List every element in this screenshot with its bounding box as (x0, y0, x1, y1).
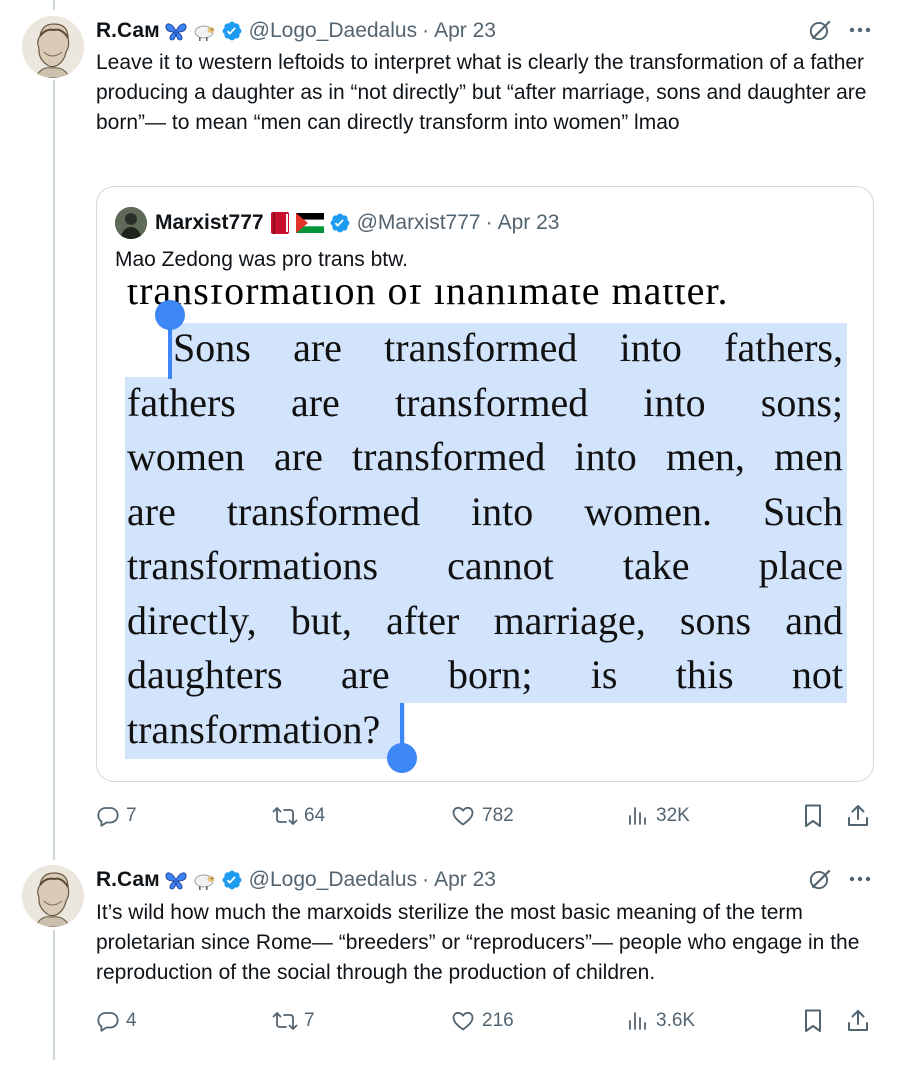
butterfly-icon (164, 869, 188, 891)
quote-text: Mao Zedong was pro trans btw. (115, 248, 408, 271)
sheep-icon (192, 869, 216, 891)
like-count: 216 (482, 1010, 514, 1031)
avatar[interactable] (22, 16, 84, 78)
tweet-actions: 4 7 216 3.6K (96, 1006, 876, 1036)
share-button[interactable] (846, 1006, 876, 1036)
page-line: fathers are transformed into sons; (127, 379, 843, 425)
selection-start-knob (155, 300, 185, 330)
verified-badge-icon (221, 869, 243, 891)
quote-tweet[interactable]: Marxist777 @Marxist777 · Apr 23 Mao Zedo… (96, 186, 874, 782)
reply-count: 7 (126, 805, 137, 826)
quote-timestamp[interactable]: Apr 23 (498, 211, 560, 235)
like-count: 782 (482, 805, 514, 826)
separator: · (422, 19, 430, 42)
grok-icon[interactable] (806, 865, 834, 893)
reply-button[interactable]: 4 (96, 1006, 137, 1036)
share-icon (848, 1010, 868, 1031)
page-line: women are transformed into men, men (127, 434, 843, 479)
page-line: are transformed into women. Such (127, 488, 843, 534)
repost-count: 64 (304, 805, 326, 826)
repost-button[interactable]: 7 (272, 1006, 315, 1036)
like-icon (452, 806, 474, 826)
bookmark-icon (805, 804, 821, 827)
butterfly-icon (164, 20, 188, 42)
reply-icon (97, 807, 119, 827)
tweet-actions: 7 64 782 32K (96, 801, 876, 831)
avatar[interactable] (22, 865, 84, 927)
book-page-text: Sons are transformed into fathers, fathe… (127, 321, 843, 757)
reply-button[interactable]: 7 (96, 801, 137, 831)
repost-icon (272, 807, 298, 825)
separator: · (485, 211, 493, 234)
red-book-icon (268, 210, 292, 236)
grok-icon[interactable] (806, 16, 834, 44)
share-icon (848, 805, 868, 826)
handle[interactable]: @Logo_Daedalus (249, 19, 417, 43)
tweet[interactable]: R.Сам @Logo_Daedalus · Apr 23 It’s wild … (0, 865, 900, 1055)
views-icon (629, 807, 646, 825)
reply-icon (97, 1012, 119, 1032)
views-icon (629, 1012, 646, 1030)
bookmark-button[interactable] (802, 801, 830, 831)
image-cut-line: transformation of inanimate matter. (127, 285, 729, 313)
thread-line-top (53, 0, 55, 10)
more-icon[interactable] (846, 865, 874, 893)
tweet-text: Leave it to western leftoids to interpre… (96, 51, 867, 134)
quote-handle[interactable]: @Marxist777 (357, 211, 481, 235)
quote-avatar[interactable] (115, 207, 147, 239)
page-line: daughters are born; is this not (127, 652, 843, 697)
quote-image[interactable]: transformation of inanimate matter. Sons… (97, 285, 873, 781)
more-icon[interactable] (846, 16, 874, 44)
like-icon (452, 1011, 474, 1031)
separator: · (422, 868, 430, 891)
page-line: Sons are transformed into fathers, (173, 325, 843, 370)
share-button[interactable] (846, 801, 876, 831)
bookmark-icon (805, 1009, 821, 1032)
like-button[interactable]: 216 (450, 1006, 514, 1036)
display-name[interactable]: R.Сам (96, 868, 160, 892)
quote-header: Marxist777 @Marxist777 · Apr 23 (115, 207, 559, 239)
verified-badge-icon (221, 20, 243, 42)
palestine-flag-icon (295, 213, 324, 233)
views-button[interactable]: 3.6K (626, 1006, 695, 1036)
views-button[interactable]: 32K (626, 801, 690, 831)
sheep-icon (192, 20, 216, 42)
page-line: directly, but, after marriage, sons and (127, 597, 843, 643)
verified-badge-icon (329, 212, 351, 234)
timestamp[interactable]: Apr 23 (434, 19, 496, 43)
repost-button[interactable]: 64 (272, 801, 325, 831)
views-count: 3.6K (656, 1010, 696, 1031)
repost-count: 7 (304, 1010, 315, 1031)
quote-display-name[interactable]: Marxist777 (155, 211, 264, 235)
page-line: transformations cannot take place (127, 543, 843, 588)
tweet-text: It’s wild how much the marxoids steriliz… (96, 901, 860, 984)
bookmark-button[interactable] (802, 1006, 830, 1036)
page-line: transformation? (127, 706, 381, 752)
like-button[interactable]: 782 (450, 801, 514, 831)
tweet[interactable]: R.Сам @Logo_Daedalus · Apr 23 Leave it t… (0, 16, 900, 846)
selection-end-knob (387, 743, 417, 773)
tweet-header: R.Сам @Logo_Daedalus · Apr 23 (96, 16, 496, 46)
display-name[interactable]: R.Сам (96, 19, 160, 43)
handle[interactable]: @Logo_Daedalus (249, 868, 417, 892)
reply-count: 4 (126, 1010, 137, 1031)
tweet-header: R.Сам @Logo_Daedalus · Apr 23 (96, 865, 496, 895)
repost-icon (272, 1012, 298, 1030)
timestamp[interactable]: Apr 23 (434, 868, 496, 892)
views-count: 32K (656, 805, 690, 826)
